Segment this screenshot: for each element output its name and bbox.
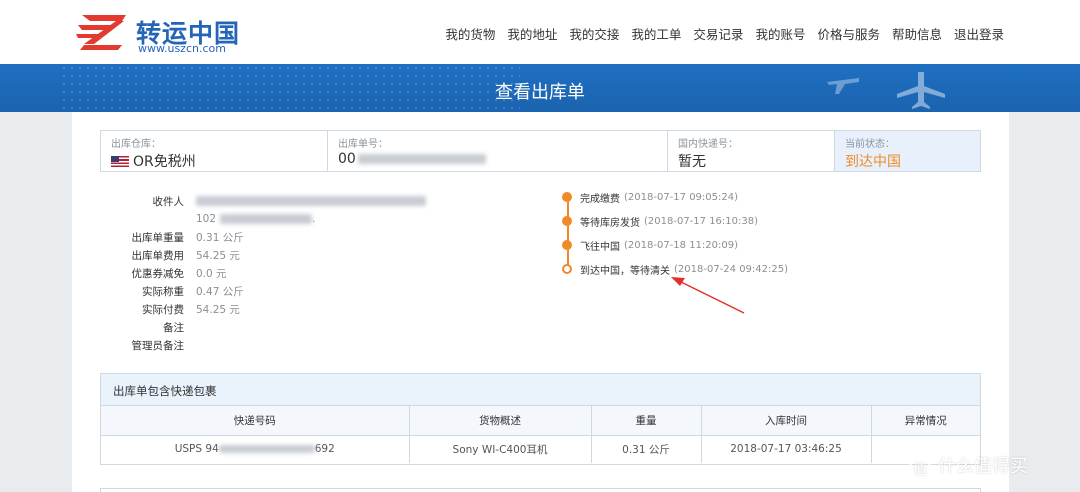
- actual-weight-label: 实际称重: [142, 285, 184, 298]
- timeline-status: 等待库房发货: [580, 217, 640, 229]
- col-exception: 异常情况: [871, 406, 980, 436]
- order-details: 收件人 102. 出库单重量 0.31 公斤 出库单费用 54.25 元 优惠券…: [100, 192, 520, 354]
- warehouse-label: 出库仓库：: [111, 139, 161, 150]
- fee-label: 出库单费用: [131, 249, 185, 262]
- logo-z-icon: [76, 15, 126, 50]
- actual-paid-row: 实际付费 54.25 元: [100, 300, 520, 318]
- watermark: 值什么值得买: [908, 452, 1028, 482]
- redacted-tracking: [218, 445, 315, 454]
- recipient-address-tail: 102.: [196, 213, 316, 225]
- timeline-item: 完成缴费 (2018-07-17 09:05:24): [562, 190, 739, 205]
- recipient-value: [196, 195, 426, 207]
- package-table-title: 出库单包含快递包裹: [101, 374, 980, 406]
- redacted-recipient: [196, 196, 426, 206]
- nav-transactions[interactable]: 交易记录: [687, 24, 749, 43]
- nav-logout[interactable]: 退出登录: [948, 24, 1010, 43]
- domestic-tracking-value: 暂无: [678, 154, 706, 170]
- admin-note-row: 管理员备注: [100, 336, 520, 354]
- page-title: 查看出库单: [495, 82, 585, 103]
- domestic-tracking-label: 国内快递号：: [678, 139, 738, 150]
- tracking-cell: USPS 94 692: [101, 435, 410, 463]
- warehouse-value: OR免税州: [111, 151, 317, 171]
- timeline-time: (2018-07-17 09:05:24): [624, 191, 739, 203]
- inbound-time-cell: 2018-07-17 03:46:25: [701, 435, 872, 463]
- note-label: 备注: [163, 321, 184, 334]
- logo-url: www.uszcn.com: [138, 42, 226, 55]
- package-table-panel: 出库单包含快递包裹 快递号码 货物概述 重量 入库时间 异常情况 USPS 94…: [100, 373, 981, 465]
- next-panel-edge: [100, 488, 981, 492]
- nav-my-account[interactable]: 我的账号: [749, 24, 811, 43]
- order-card: 出库仓库： OR免税州 出库单号： 00 国内快递号： 暂无 当前状态： 到达中…: [72, 112, 1009, 492]
- top-header: 转运中国 www.uszcn.com 我的货物 我的地址 我的交接 我的工单 交…: [0, 0, 1080, 64]
- nav-my-tickets[interactable]: 我的工单: [625, 24, 687, 43]
- timeline-line: [567, 196, 569, 269]
- fee-value: 54.25 元: [196, 249, 240, 262]
- table-header-row: 快递号码 货物概述 重量 入库时间 异常情况: [101, 406, 980, 436]
- current-status-value: 到达中国: [845, 154, 901, 170]
- timeline-status: 飞往中国: [580, 241, 620, 253]
- timeline-dot: [562, 216, 572, 226]
- order-number-label: 出库单号：: [338, 139, 388, 150]
- nav-my-goods[interactable]: 我的货物: [439, 24, 501, 43]
- current-status-cell: 当前状态： 到达中国: [835, 131, 980, 171]
- nav-pricing[interactable]: 价格与服务: [811, 24, 886, 43]
- timeline-item: 等待库房发货 (2018-07-17 16:10:38): [562, 214, 759, 229]
- main-nav: 我的货物 我的地址 我的交接 我的工单 交易记录 我的账号 价格与服务 帮助信息…: [439, 24, 1010, 43]
- page-banner: 查看出库单: [0, 64, 1080, 112]
- watermark-text: 什么值得买: [938, 456, 1028, 477]
- current-status-label: 当前状态：: [845, 139, 895, 150]
- weight-cell: 0.31 公斤: [591, 435, 702, 463]
- actual-paid-value: 54.25 元: [196, 303, 240, 316]
- timeline-item: 飞往中国 (2018-07-18 11:20:09): [562, 238, 739, 253]
- order-info-bar: 出库仓库： OR免税州 出库单号： 00 国内快递号： 暂无 当前状态： 到达中…: [100, 130, 981, 172]
- site-logo[interactable]: 转运中国 www.uszcn.com: [76, 10, 256, 56]
- nav-help[interactable]: 帮助信息: [886, 24, 948, 43]
- package-table: 快递号码 货物概述 重量 入库时间 异常情况 USPS 94 692 Sony W…: [101, 406, 980, 463]
- weight-row: 出库单重量 0.31 公斤: [100, 228, 520, 246]
- warehouse-cell: 出库仓库： OR免税州: [101, 131, 328, 171]
- coupon-row: 优惠券减免 0.0 元: [100, 264, 520, 282]
- redacted-order-number: [357, 154, 486, 164]
- order-number-cell: 出库单号： 00: [328, 131, 668, 171]
- coupon-value: 0.0 元: [196, 267, 227, 280]
- timeline-time: (2018-07-18 11:20:09): [624, 239, 739, 251]
- weight-value: 0.31 公斤: [196, 231, 244, 244]
- watermark-logo-icon: 值: [908, 458, 932, 482]
- actual-weight-row: 实际称重 0.47 公斤: [100, 282, 520, 300]
- recipient-row-2: 102.: [100, 210, 520, 228]
- admin-note-label: 管理员备注: [131, 339, 185, 352]
- col-description: 货物概述: [409, 406, 592, 436]
- redacted-address: [220, 214, 313, 224]
- nav-my-address[interactable]: 我的地址: [501, 24, 563, 43]
- timeline-status: 完成缴费: [580, 193, 620, 205]
- timeline-status: 到达中国，等待清关: [580, 265, 670, 277]
- annotation-arrow-icon: [671, 277, 745, 314]
- recipient-row: 收件人: [100, 192, 520, 210]
- col-inbound-time: 入库时间: [701, 406, 872, 436]
- table-row: USPS 94 692 Sony WI-C400耳机 0.31 公斤 2018-0…: [101, 435, 980, 463]
- col-tracking: 快递号码: [101, 406, 410, 436]
- description-cell: Sony WI-C400耳机: [409, 435, 592, 463]
- actual-paid-label: 实际付费: [142, 303, 184, 316]
- us-flag-icon: [111, 156, 129, 167]
- timeline-dot: [562, 192, 572, 202]
- weight-label: 出库单重量: [131, 231, 185, 244]
- order-number-value: 00: [338, 151, 657, 167]
- fee-row: 出库单费用 54.25 元: [100, 246, 520, 264]
- recipient-label: 收件人: [152, 195, 185, 208]
- coupon-label: 优惠券减免: [131, 267, 185, 280]
- domestic-tracking-cell: 国内快递号： 暂无: [668, 131, 835, 171]
- timeline-dot: [562, 240, 572, 250]
- actual-weight-value: 0.47 公斤: [196, 285, 244, 298]
- note-row: 备注: [100, 318, 520, 336]
- col-weight: 重量: [591, 406, 702, 436]
- timeline-dot-current: [562, 264, 572, 274]
- timeline-time: (2018-07-17 16:10:38): [644, 215, 759, 227]
- nav-my-handover[interactable]: 我的交接: [563, 24, 625, 43]
